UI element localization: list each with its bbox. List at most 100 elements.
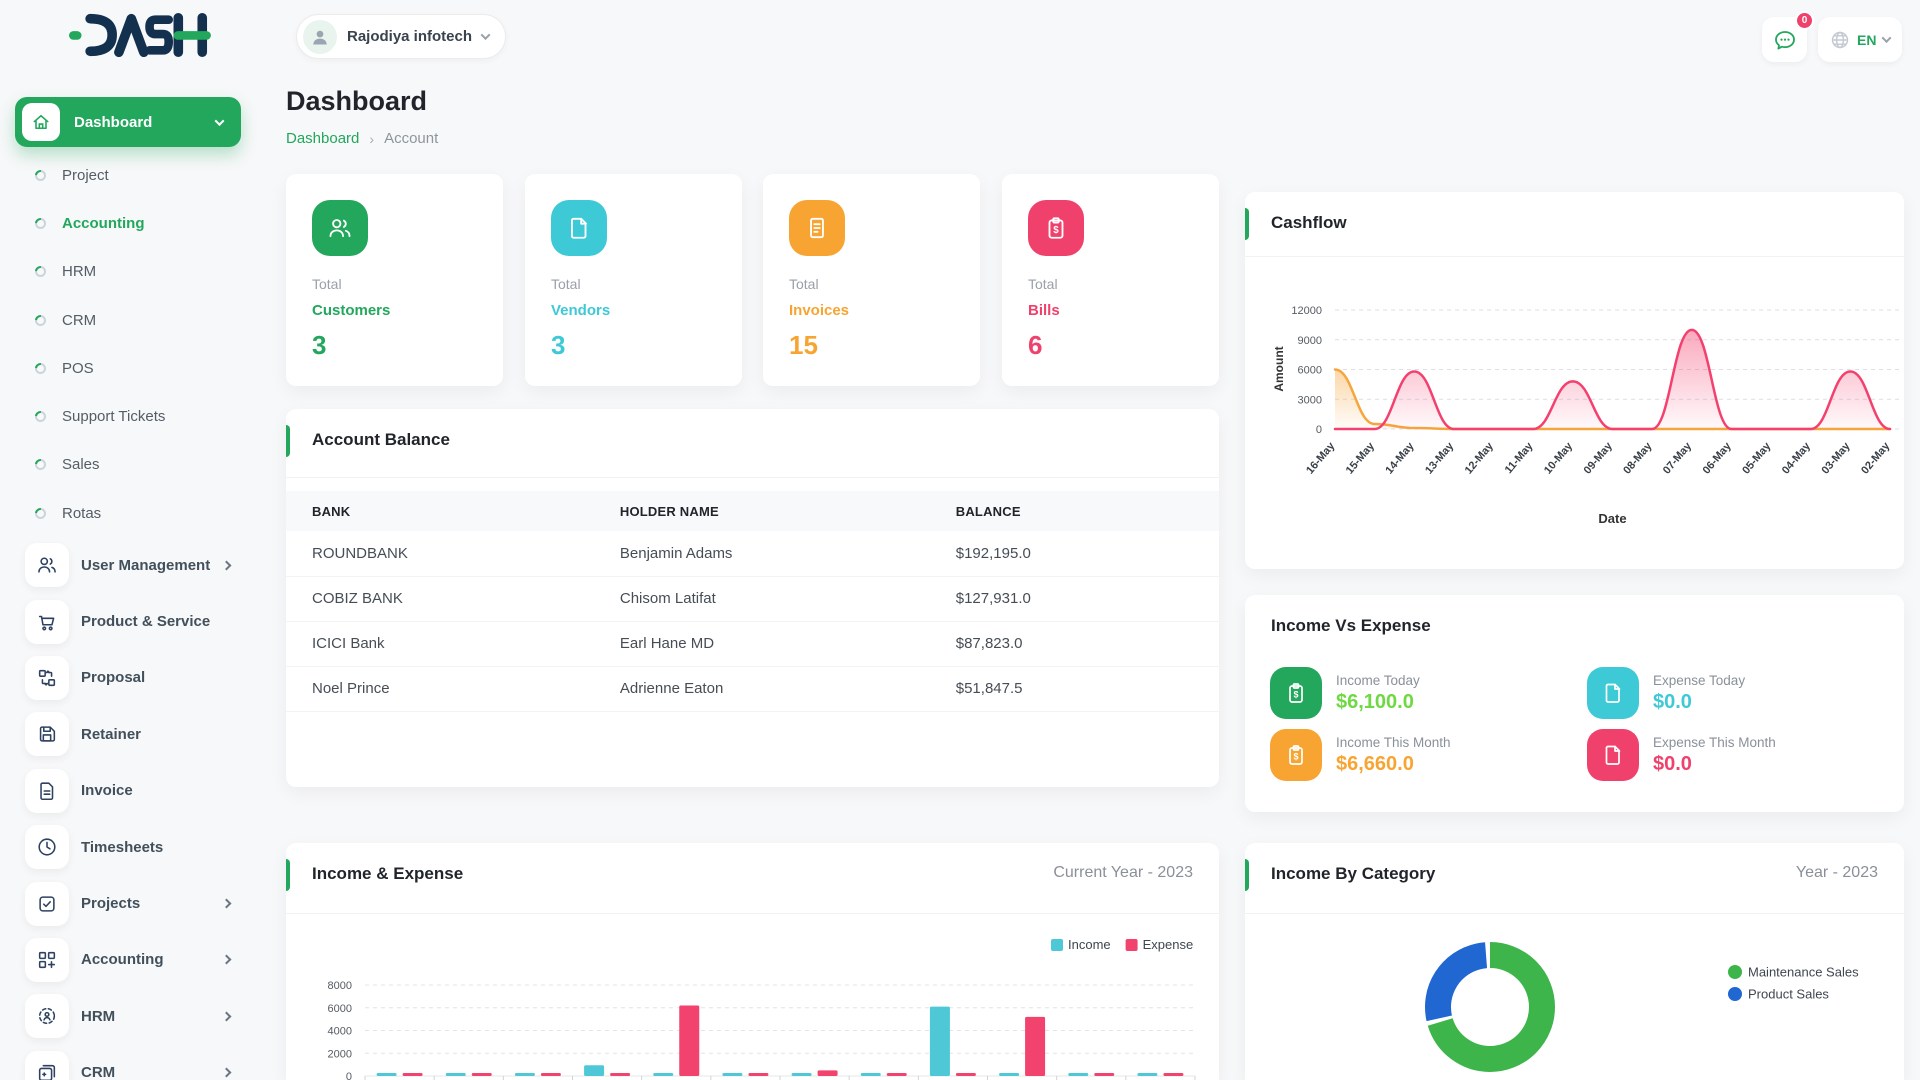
sidebar-item-accounting[interactable]: Accounting [0, 199, 256, 247]
svg-text:12-May: 12-May [1463, 440, 1497, 477]
sidebar-menu: User Management Product & Service Propos… [0, 537, 256, 1080]
stat-card-vendors: Total Vendors 3 [525, 174, 742, 386]
sidebar-item-user-management[interactable]: User Management [0, 537, 256, 593]
users-icon [312, 200, 368, 256]
chevron-down-icon [215, 116, 225, 126]
sidebar-item-support-tickets[interactable]: Support Tickets [0, 392, 256, 440]
sidebar-item-dashboard[interactable]: Dashboard [15, 97, 241, 147]
grid-plus-icon [25, 938, 69, 982]
floppy-icon [25, 712, 69, 756]
sidebar-item-retainer[interactable]: Retainer [0, 706, 256, 762]
svg-text:Income: Income [1068, 937, 1111, 952]
bullet-icon [35, 315, 46, 326]
stat-total-label: Total [312, 276, 342, 292]
income-by-category-card: Income By Category Year - 2023 Maintenan… [1245, 843, 1904, 1080]
breadcrumb-separator-icon: › [369, 131, 374, 147]
dash-logo-icon [64, 12, 214, 58]
ive-label: Income Today [1336, 673, 1420, 688]
cart-icon [25, 600, 69, 644]
table-row: ROUNDBANKBenjamin Adams$192,195.0 [286, 531, 1219, 576]
sidebar-item-label: Invoice [81, 782, 230, 799]
svg-text:09-May: 09-May [1582, 440, 1616, 477]
sidebar-item-label: Timesheets [81, 839, 230, 856]
svg-text:2000: 2000 [328, 1048, 352, 1060]
ive-value: $6,100.0 [1336, 691, 1420, 714]
stat-name: Vendors [551, 302, 610, 319]
language-code: EN [1857, 32, 1876, 48]
chevron-down-icon [481, 30, 491, 40]
bank-name: ICICI Bank [286, 621, 594, 666]
sidebar-item-label: Product & Service [81, 613, 230, 630]
sidebar-item-pos[interactable]: POS [0, 344, 256, 392]
sidebar-item-sales[interactable]: Sales [0, 441, 256, 489]
stat-value: 3 [551, 330, 565, 361]
svg-text:Expense: Expense [1143, 937, 1194, 952]
account-balance-card: Account Balance BANKHOLDER NAMEBALANCE R… [286, 409, 1219, 787]
breadcrumb-dashboard-link[interactable]: Dashboard [286, 130, 359, 147]
cashflow-title: Cashflow [1271, 213, 1347, 233]
chevron-right-icon [222, 1011, 232, 1021]
sidebar-item-invoice[interactable]: Invoice [0, 763, 256, 819]
divider [286, 477, 1219, 478]
scan-user-icon [25, 994, 69, 1038]
sidebar-item-crm[interactable]: CRM [0, 296, 256, 344]
cashflow-card: Cashflow 12000900060003000016-May15-May1… [1245, 192, 1904, 569]
stat-value: 6 [1028, 330, 1042, 361]
chevron-right-icon [222, 955, 232, 965]
messages-count-badge: 0 [1795, 11, 1814, 30]
svg-text:16-May: 16-May [1304, 440, 1338, 477]
stat-name: Bills [1028, 302, 1060, 319]
svg-text:$: $ [1053, 225, 1059, 236]
column-header: HOLDER NAME [594, 491, 930, 531]
sidebar-item-projects[interactable]: Projects [0, 875, 256, 931]
svg-text:03-May: 03-May [1819, 440, 1853, 477]
holder-name: Adrienne Eaton [594, 666, 930, 711]
chevron-right-icon [222, 560, 232, 570]
ive-item-income-this-month: $ Income This Month $6,660.0 [1270, 729, 1451, 781]
svg-text:Maintenance Sales: Maintenance Sales [1748, 965, 1859, 980]
bullet-icon [35, 508, 46, 519]
stat-name: Invoices [789, 302, 849, 319]
ive-label: Income This Month [1336, 735, 1451, 750]
income-by-category-chart: Maintenance SalesProduct Sales [1245, 913, 1904, 1080]
sidebar-item-proposal[interactable]: Proposal [0, 650, 256, 706]
svg-text:Amount: Amount [1272, 346, 1286, 391]
messages-button[interactable]: 0 [1762, 17, 1807, 62]
sidebar-item-rotas[interactable]: Rotas [0, 489, 256, 537]
sidebar-item-project[interactable]: Project [0, 151, 256, 199]
card-accent-bar [1245, 859, 1249, 891]
clipboard-dollar-icon: $ [1270, 729, 1322, 781]
sidebar-item-label: CRM [81, 1064, 223, 1080]
stat-card-customers: Total Customers 3 [286, 174, 503, 386]
sidebar-item-accounting[interactable]: Accounting [0, 932, 256, 988]
sidebar-item-crm[interactable]: CRM [0, 1045, 256, 1080]
svg-text:$: $ [1293, 690, 1298, 700]
stat-card-invoices: Total Invoices 15 [763, 174, 980, 386]
sidebar-submenu: Project Accounting HRM CRM POS Support T… [0, 151, 256, 537]
svg-text:13-May: 13-May [1423, 440, 1457, 477]
sidebar-item-label: Retainer [81, 726, 230, 743]
sidebar-item-label: POS [62, 360, 94, 377]
svg-text:10-May: 10-May [1542, 440, 1576, 477]
clipboard-dollar-icon: $ [1270, 667, 1322, 719]
breadcrumb: Dashboard › Account [286, 130, 438, 147]
sidebar-item-timesheets[interactable]: Timesheets [0, 819, 256, 875]
file-icon [1587, 667, 1639, 719]
globe-icon [1830, 30, 1850, 50]
stat-card-bills: $ Total Bills 6 [1002, 174, 1219, 386]
sidebar-item-hrm[interactable]: HRM [0, 248, 256, 296]
page-title: Dashboard [286, 86, 427, 117]
sidebar-item-label: Project [62, 167, 109, 184]
user-menu[interactable]: Rajodiya infotech [296, 14, 506, 59]
sidebar-item-product-service[interactable]: Product & Service [0, 593, 256, 649]
sidebar-item-label: HRM [62, 263, 96, 280]
svg-text:6000: 6000 [1298, 365, 1322, 377]
user-name: Rajodiya infotech [347, 28, 472, 45]
ive-value: $0.0 [1653, 691, 1745, 714]
sidebar-item-label: Projects [81, 895, 223, 912]
sidebar-item-label: Proposal [81, 669, 230, 686]
stat-total-label: Total [789, 276, 819, 292]
svg-text:Date: Date [1598, 511, 1626, 526]
sidebar-item-hrm[interactable]: HRM [0, 988, 256, 1044]
language-selector[interactable]: EN [1818, 17, 1902, 62]
